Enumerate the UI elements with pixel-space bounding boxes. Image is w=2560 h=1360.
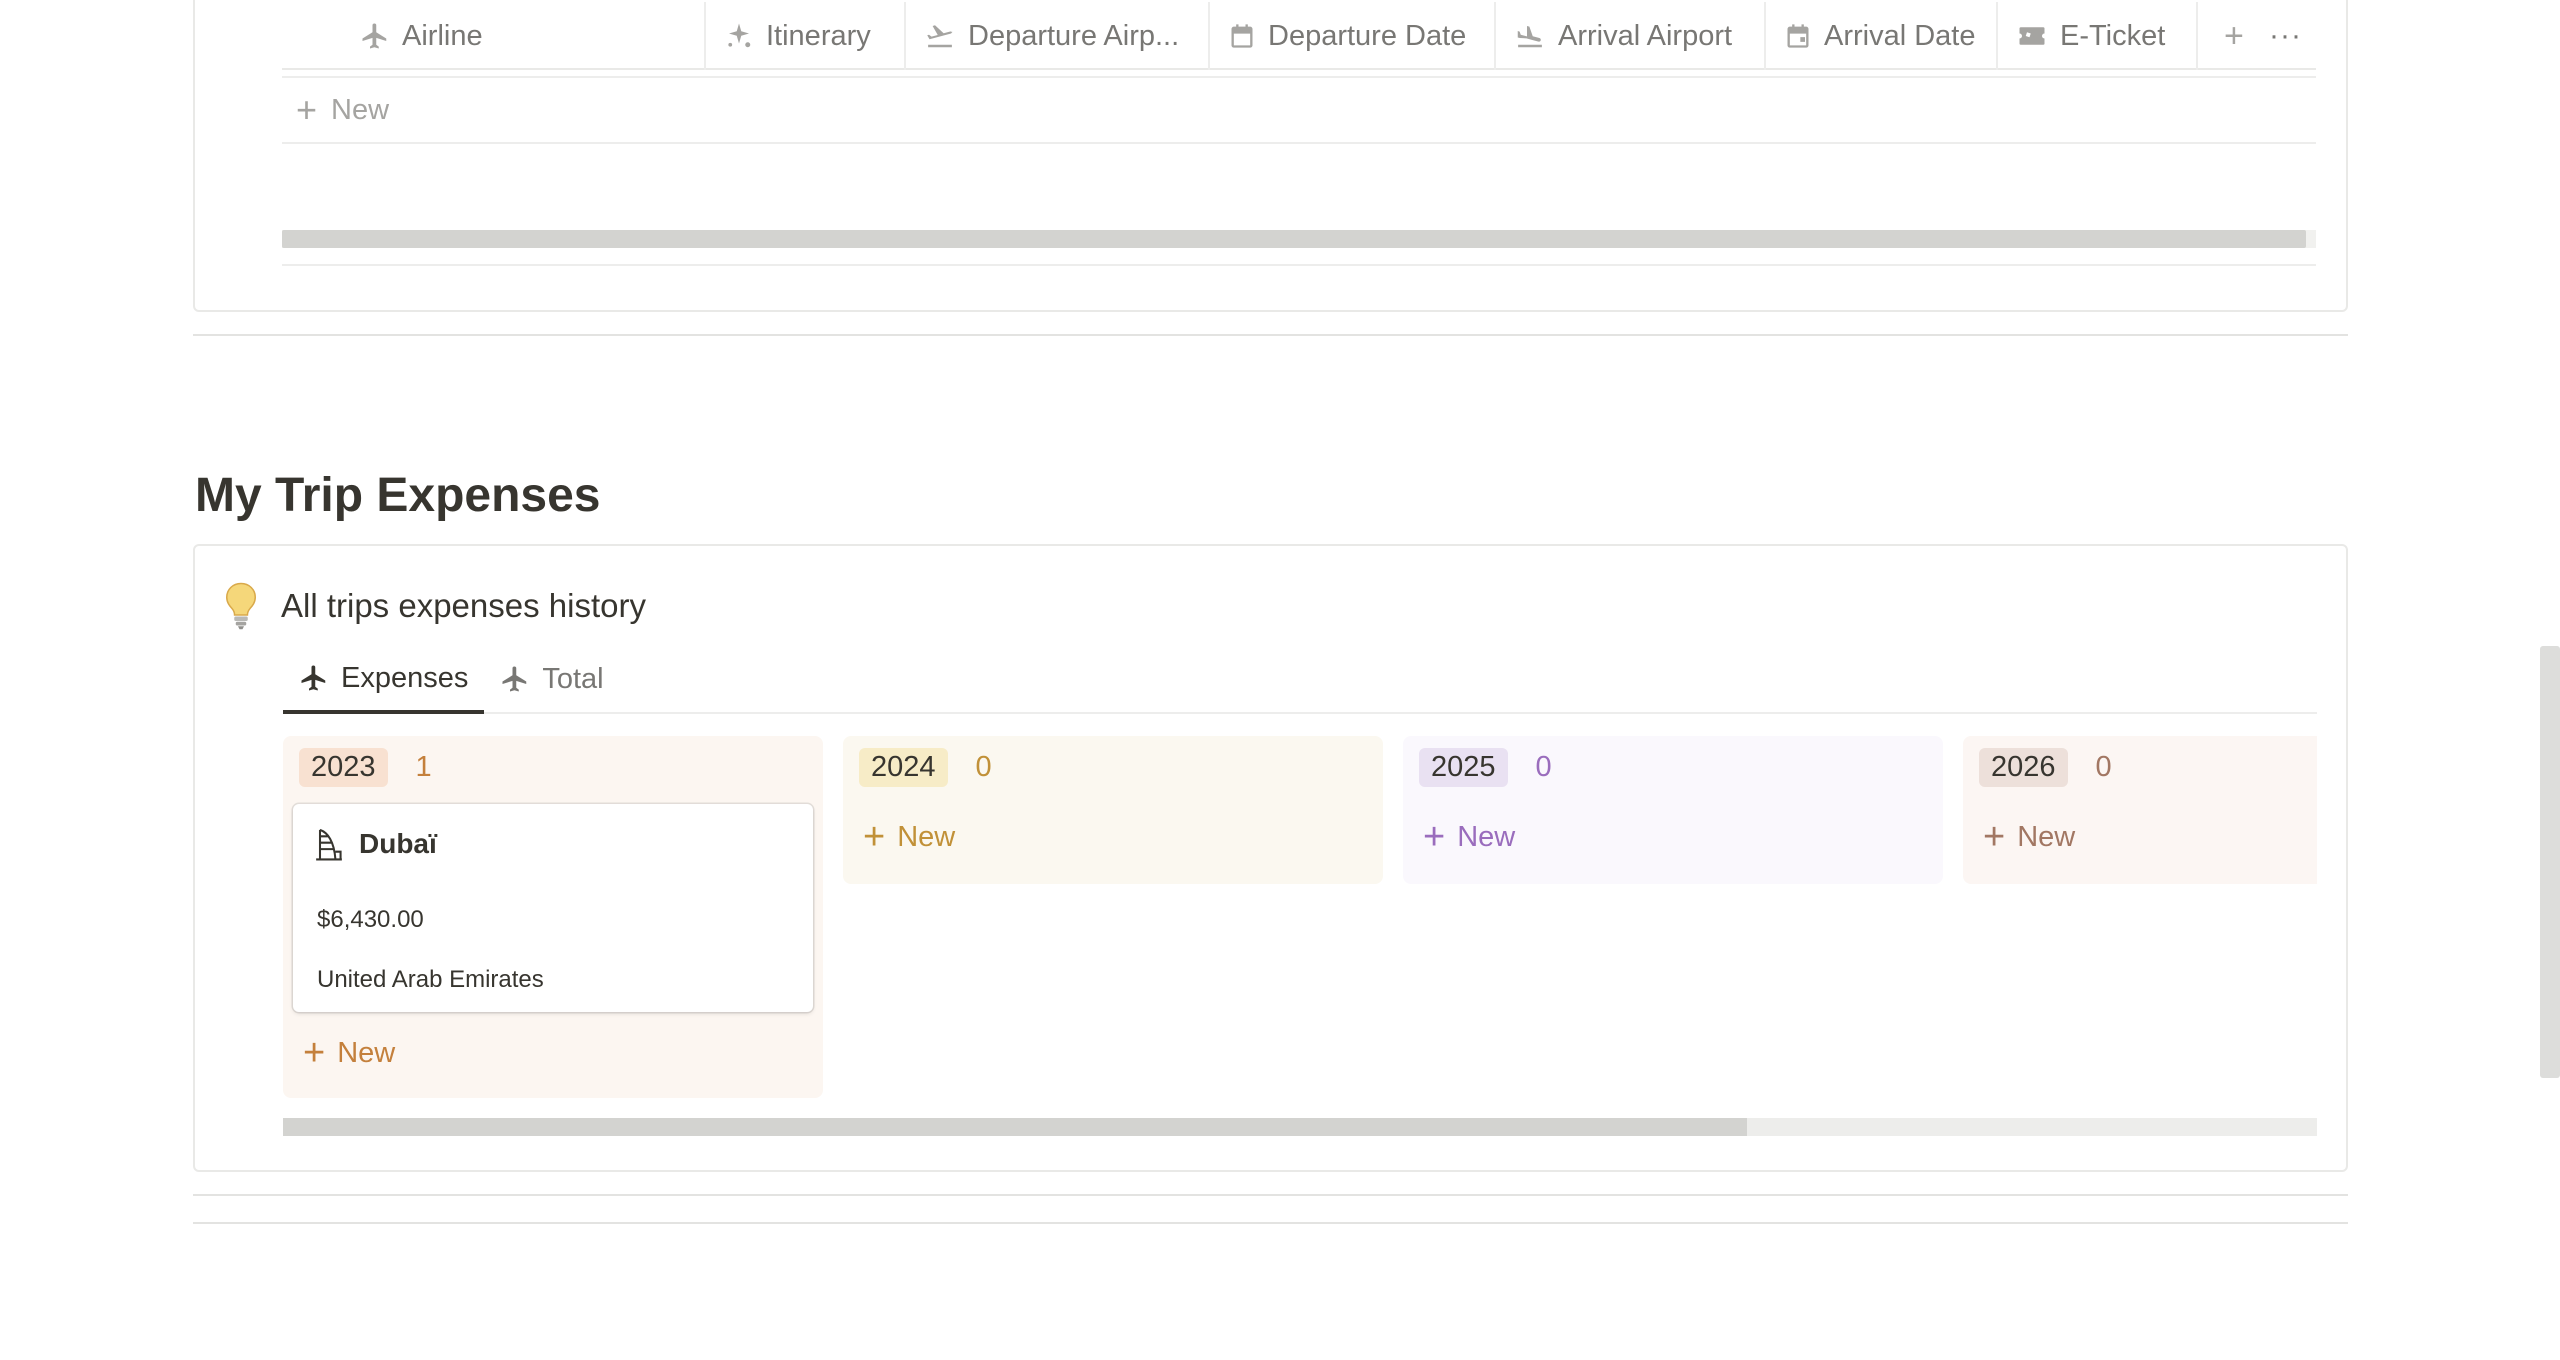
calendar-icon <box>1787 24 1809 48</box>
section-divider <box>193 334 2348 336</box>
card-count: 0 <box>975 751 992 783</box>
year-badge[interactable]: 2023 <box>299 748 388 787</box>
expenses-block: All trips expenses history Expenses Tota… <box>193 544 2348 1172</box>
column-header-label: Departure Date <box>1268 19 1467 52</box>
card-title: Dubaï <box>313 826 437 862</box>
airplane-icon <box>362 23 387 49</box>
board-column-2024: 2024 0 + New <box>843 736 1383 884</box>
more-options-button[interactable]: ··· <box>2269 19 2302 53</box>
sparkle-icon <box>728 23 751 48</box>
tab-label: Expenses <box>341 661 469 694</box>
column-header: 2023 1 <box>299 748 432 787</box>
new-card-button[interactable]: + New <box>303 1034 395 1072</box>
tab-expenses[interactable]: Expenses <box>283 646 485 714</box>
column-header-label: Itinerary <box>766 19 871 52</box>
plus-icon: + <box>1983 816 2006 858</box>
new-card-button[interactable]: + New <box>1983 818 2075 856</box>
column-header-label: Arrival Date <box>1824 19 1976 52</box>
column-header-label: Airline <box>402 19 483 52</box>
callout-text: All trips expenses history <box>281 587 646 624</box>
column-header: 2026 0 <box>1979 748 2112 787</box>
expense-card[interactable]: Dubaï $6,430.00 United Arab Emirates <box>293 804 813 1012</box>
column-header: 2025 0 <box>1419 748 1552 787</box>
column-header-arrival-date[interactable]: Arrival Date <box>1766 2 1998 70</box>
section-divider <box>193 1194 2348 1196</box>
year-badge[interactable]: 2026 <box>1979 748 2068 787</box>
year-badge[interactable]: 2025 <box>1419 748 1508 787</box>
column-header-label: E-Ticket <box>2060 19 2166 52</box>
board-column-2025: 2025 0 + New <box>1403 736 1943 884</box>
card-count: 0 <box>2095 751 2112 783</box>
tab-total[interactable]: Total <box>484 646 619 712</box>
flights-table-header: Airline Itinerary Departure Airp... Depa… <box>282 2 2316 70</box>
new-row-label: New <box>331 93 390 126</box>
add-column-button[interactable]: + <box>2224 17 2244 56</box>
lightbulb-icon <box>225 582 257 630</box>
plus-icon: + <box>296 89 318 130</box>
board-view: 2023 1 Dubaï $6,430.00 United Arab Emira… <box>283 736 2317 1106</box>
new-card-button[interactable]: + New <box>1423 818 1515 856</box>
column-header-departure-date[interactable]: Departure Date <box>1210 2 1496 70</box>
card-count: 0 <box>1535 751 1552 783</box>
column-header-airline[interactable]: Airline <box>282 2 706 70</box>
column-header-label: Arrival Airport <box>1558 19 1733 52</box>
card-title-text: Dubaï <box>359 828 437 859</box>
plus-icon: + <box>303 1032 326 1074</box>
year-badge[interactable]: 2024 <box>859 748 948 787</box>
column-header-departure-airport[interactable]: Departure Airp... <box>906 2 1210 70</box>
takeoff-icon <box>927 25 953 48</box>
calendar-icon <box>1231 24 1253 48</box>
burj-al-arab-icon <box>316 828 342 861</box>
column-header-eticket[interactable]: E-Ticket <box>1998 2 2198 70</box>
table-header-actions: + ··· <box>2198 2 2316 70</box>
plus-icon: + <box>1423 816 1446 858</box>
table-horizontal-scrollbar[interactable] <box>282 230 2316 248</box>
column-header-label: Departure Airp... <box>968 19 1180 52</box>
board-horizontal-scrollbar[interactable] <box>283 1118 2317 1136</box>
new-card-label: New <box>337 1036 396 1069</box>
card-amount: $6,430.00 <box>317 906 424 933</box>
new-card-label: New <box>2017 820 2076 853</box>
page-title: My Trip Expenses <box>195 469 601 522</box>
new-card-button[interactable]: + New <box>863 818 955 856</box>
column-header-itinerary[interactable]: Itinerary <box>706 2 906 70</box>
table-bottom-divider <box>282 264 2316 266</box>
column-header-arrival-airport[interactable]: Arrival Airport <box>1496 2 1766 70</box>
tab-label: Total <box>542 662 604 695</box>
airplane-icon <box>301 665 326 691</box>
plus-icon: + <box>863 816 886 858</box>
airplane-icon <box>502 666 527 692</box>
section-divider <box>193 1222 2348 1224</box>
scrollbar-thumb[interactable] <box>282 230 2306 248</box>
view-tabs: Expenses Total <box>283 646 2317 714</box>
column-header: 2024 0 <box>859 748 992 787</box>
callout: All trips expenses history <box>223 582 646 630</box>
table-new-row-button[interactable]: + New <box>282 76 2316 144</box>
new-card-label: New <box>897 820 956 853</box>
page-vertical-scrollbar-thumb[interactable] <box>2540 646 2560 1078</box>
ticket-icon <box>2019 27 2045 45</box>
board-column-2023: 2023 1 Dubaï $6,430.00 United Arab Emira… <box>283 736 823 1098</box>
landing-icon <box>1517 26 1542 48</box>
card-country: United Arab Emirates <box>317 966 544 993</box>
new-card-label: New <box>1457 820 1516 853</box>
card-count: 1 <box>415 751 432 783</box>
board-column-2026: 2026 0 + New <box>1963 736 2317 884</box>
scrollbar-thumb[interactable] <box>283 1118 1748 1136</box>
